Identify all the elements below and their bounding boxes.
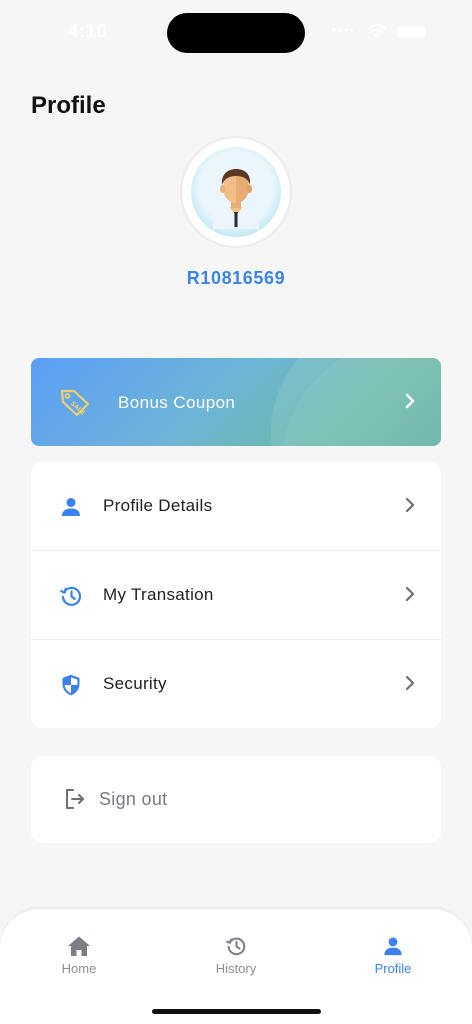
card-decoration bbox=[271, 358, 441, 446]
menu-item-profile-details[interactable]: Profile Details bbox=[31, 462, 441, 551]
battery-icon bbox=[397, 26, 425, 38]
page-title: Profile bbox=[31, 92, 106, 119]
user-avatar-illustration bbox=[213, 169, 259, 229]
status-bar: 4:10 bbox=[0, 0, 472, 64]
tab-label: Profile bbox=[374, 961, 412, 976]
wifi-icon bbox=[367, 23, 387, 38]
menu-item-security[interactable]: Security bbox=[31, 640, 441, 729]
bottom-tab-bar: Home History Profile bbox=[0, 908, 472, 1024]
logout-icon bbox=[66, 789, 84, 809]
cellular-signal-icon bbox=[332, 28, 354, 32]
person-icon bbox=[62, 498, 80, 516]
sale-tag-icon: SALE bbox=[60, 389, 90, 417]
menu-item-label: Security bbox=[103, 674, 167, 693]
history-icon bbox=[60, 586, 82, 606]
shield-icon bbox=[62, 674, 80, 696]
profile-menu: Profile Details My Transation Security bbox=[31, 462, 441, 728]
avatar[interactable] bbox=[180, 136, 292, 248]
bonus-coupon-label: Bonus Coupon bbox=[118, 393, 236, 412]
chevron-right-icon bbox=[405, 586, 415, 602]
person-icon bbox=[384, 937, 402, 956]
bonus-coupon-card[interactable]: SALE Bonus Coupon bbox=[31, 358, 441, 446]
sign-out-button[interactable]: Sign out bbox=[31, 756, 441, 843]
tab-profile[interactable]: Profile bbox=[343, 935, 443, 976]
tab-home[interactable]: Home bbox=[29, 935, 129, 976]
menu-item-my-transaction[interactable]: My Transation bbox=[31, 551, 441, 640]
menu-item-label: Profile Details bbox=[103, 496, 213, 515]
chevron-right-icon bbox=[405, 497, 415, 513]
tab-history[interactable]: History bbox=[186, 935, 286, 976]
menu-item-label: My Transation bbox=[103, 585, 214, 604]
dynamic-island bbox=[167, 13, 305, 53]
chevron-right-icon bbox=[405, 393, 415, 409]
tab-label: Home bbox=[61, 961, 97, 976]
avatar-image bbox=[191, 147, 281, 237]
home-indicator bbox=[152, 1009, 321, 1014]
status-time: 4:10 bbox=[68, 21, 108, 42]
history-icon bbox=[226, 937, 246, 956]
home-icon bbox=[68, 936, 90, 956]
chevron-right-icon bbox=[405, 675, 415, 691]
sign-out-label: Sign out bbox=[99, 789, 168, 809]
user-id: R10816569 bbox=[186, 268, 286, 288]
tab-label: History bbox=[215, 961, 257, 976]
